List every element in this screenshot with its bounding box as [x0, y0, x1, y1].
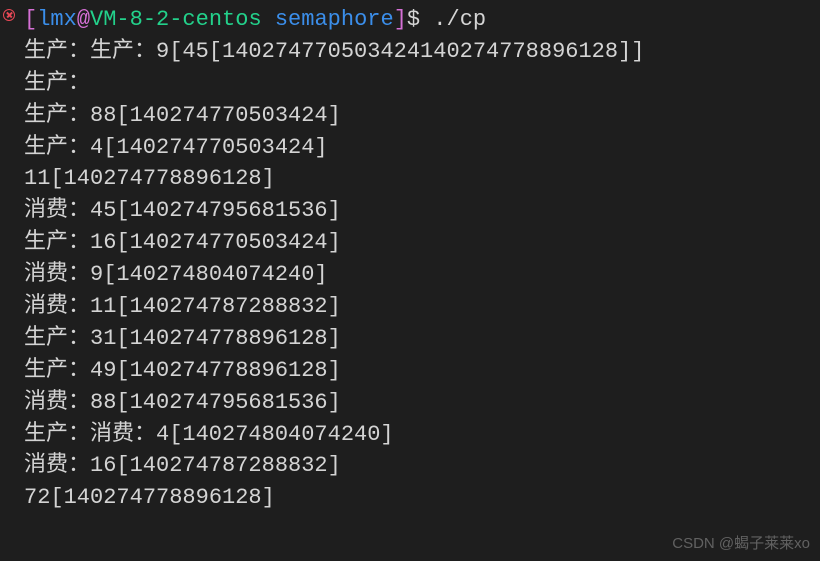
output-line: 消费：11[140274787288832] — [8, 291, 812, 323]
error-icon — [3, 9, 15, 21]
prompt-host: VM-8-2-centos — [90, 7, 262, 32]
output-line: 生产：4[140274770503424] — [8, 132, 812, 164]
output-line: 生产：生产：9[45[14027477050342414027477889612… — [8, 36, 812, 68]
output-line: 消费：9[140274804074240] — [8, 259, 812, 291]
prompt-space — [262, 7, 275, 32]
output-line: 72[140274778896128] — [8, 482, 812, 514]
output-line: 生产：88[140274770503424] — [8, 100, 812, 132]
output-line: 生产：31[140274778896128] — [8, 323, 812, 355]
prompt-close-bracket: ] — [394, 7, 407, 32]
output-line: 生产：49[140274778896128] — [8, 355, 812, 387]
prompt-dollar: $ — [407, 7, 433, 32]
watermark: CSDN @蝎子莱莱xo — [672, 533, 810, 555]
output-line: 11[140274778896128] — [8, 163, 812, 195]
output-line: 生产： — [8, 68, 812, 100]
prompt-at: @ — [77, 7, 90, 32]
prompt-path: semaphore — [275, 7, 394, 32]
output-line: 消费：16[140274787288832] — [8, 450, 812, 482]
output-line: 消费：45[140274795681536] — [8, 195, 812, 227]
output-line: 消费：88[140274795681536] — [8, 387, 812, 419]
prompt-command: ./cp — [433, 7, 486, 32]
output-line: 生产：消费：4[140274804074240] — [8, 419, 812, 451]
prompt-open-bracket: [ — [24, 7, 37, 32]
prompt-user: lmx — [37, 7, 77, 32]
output-line: 生产：16[140274770503424] — [8, 227, 812, 259]
prompt-line: [lmx@VM-8-2-centos semaphore]$ ./cp — [8, 4, 812, 36]
